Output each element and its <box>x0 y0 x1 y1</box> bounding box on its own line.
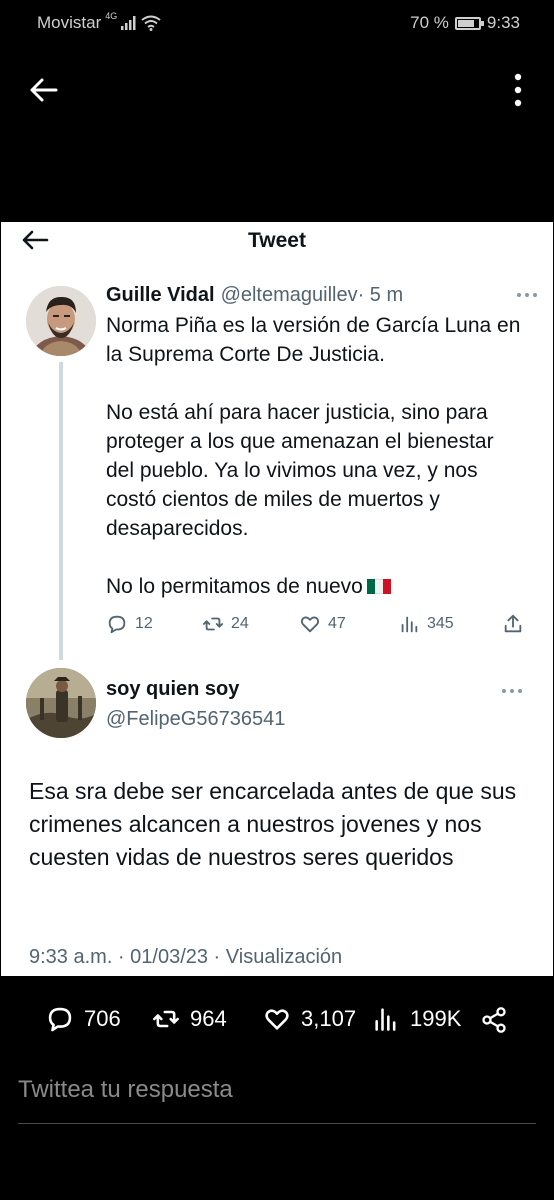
main-tweet: Guille Vidal @eltemaguillev · 5 m Norma … <box>106 284 537 601</box>
status-bar: Movistar 4G 70 % 9:33 <box>0 0 554 46</box>
network-label: 4G <box>105 11 118 21</box>
tweet-time: · 5 m <box>357 284 404 306</box>
avatar <box>26 286 96 356</box>
retweet-count: 24 <box>231 615 249 632</box>
tweet-actions: 12 24 47 345 <box>106 613 526 639</box>
tweet-paragraph: No está ahí para hacer justicia, sino pa… <box>106 401 494 540</box>
views-stat[interactable]: 199K <box>372 1005 461 1033</box>
reply-input[interactable]: Twittea tu respuesta <box>18 1076 536 1124</box>
mexico-flag-icon <box>366 579 391 594</box>
avatar <box>26 668 96 738</box>
share-icon[interactable] <box>480 1006 508 1034</box>
battery-icon <box>454 16 484 30</box>
reply-icon <box>48 1007 72 1032</box>
views-count: 345 <box>427 615 454 632</box>
replies-count: 706 <box>84 1006 121 1031</box>
status-left: Movistar 4G <box>37 11 161 33</box>
reply-body: Esa sra debe ser encarcelada antes de qu… <box>29 778 517 870</box>
replies-stat[interactable]: 706 <box>46 1005 121 1033</box>
tweet-header: Guille Vidal @eltemaguillev · 5 m <box>106 284 526 307</box>
reply-meta: 9:33 a.m. · 01/03/23 · Visualización <box>29 946 343 968</box>
retweet-action: 24 <box>202 613 249 635</box>
tweet-paragraph: Norma Piña es la versión de García Luna … <box>106 314 521 366</box>
views-action: 345 <box>398 613 454 635</box>
share-icon <box>504 614 522 633</box>
more-horizontal-icon <box>517 293 537 297</box>
clock: 9:33 <box>486 13 520 32</box>
card-title: Tweet <box>248 229 306 252</box>
retweets-count: 964 <box>190 1006 227 1031</box>
signal-icon <box>121 16 136 30</box>
battery-percent: 70 % <box>410 13 449 32</box>
more-vertical-icon[interactable] <box>512 72 524 108</box>
tweet-body: Norma Piña es la versión de García Luna … <box>106 311 526 601</box>
author-name: Guille Vidal <box>106 284 215 306</box>
likes-stat[interactable]: 3,107 <box>263 1005 356 1033</box>
retweet-icon <box>202 617 224 631</box>
share-action <box>502 613 524 635</box>
tweet-screenshot[interactable]: Tweet Guille Vidal @eltemaguillev · 5 m … <box>1 222 553 976</box>
author-handle: @eltemaguillev <box>220 284 358 306</box>
views-count: 199K <box>410 1006 462 1031</box>
top-app-bar <box>0 60 554 120</box>
back-arrow-icon[interactable] <box>28 74 60 106</box>
like-icon <box>300 616 320 633</box>
wifi-icon <box>141 15 161 31</box>
like-icon <box>265 1009 289 1030</box>
status-right: 70 % 9:33 <box>410 13 520 33</box>
reply-icon <box>108 615 126 634</box>
like-action: 47 <box>299 613 346 635</box>
views-icon <box>401 616 418 633</box>
thread-line <box>59 362 63 660</box>
post-stats-bar: 706 964 3,107 199K <box>0 1000 554 1044</box>
likes-count: 3,107 <box>301 1006 357 1031</box>
card-header: Tweet <box>1 222 553 262</box>
like-count: 47 <box>328 615 346 632</box>
tweet-paragraph: No lo permitamos de nuevo <box>106 575 363 598</box>
reply-count: 12 <box>135 615 153 632</box>
reply-placeholder: Twittea tu respuesta <box>18 1076 233 1103</box>
reply-author-name: soy quien soy <box>106 678 240 700</box>
retweets-stat[interactable]: 964 <box>152 1005 227 1033</box>
retweet-icon <box>153 1010 179 1028</box>
more-horizontal-icon <box>502 689 522 693</box>
views-icon <box>375 1008 396 1031</box>
reply-author-handle: @FelipeG56736541 <box>106 708 286 730</box>
reply-action: 12 <box>106 613 153 635</box>
carrier-label: Movistar <box>37 13 102 32</box>
tweet-paragraph-last: No lo permitamos de nuevo <box>106 572 526 601</box>
